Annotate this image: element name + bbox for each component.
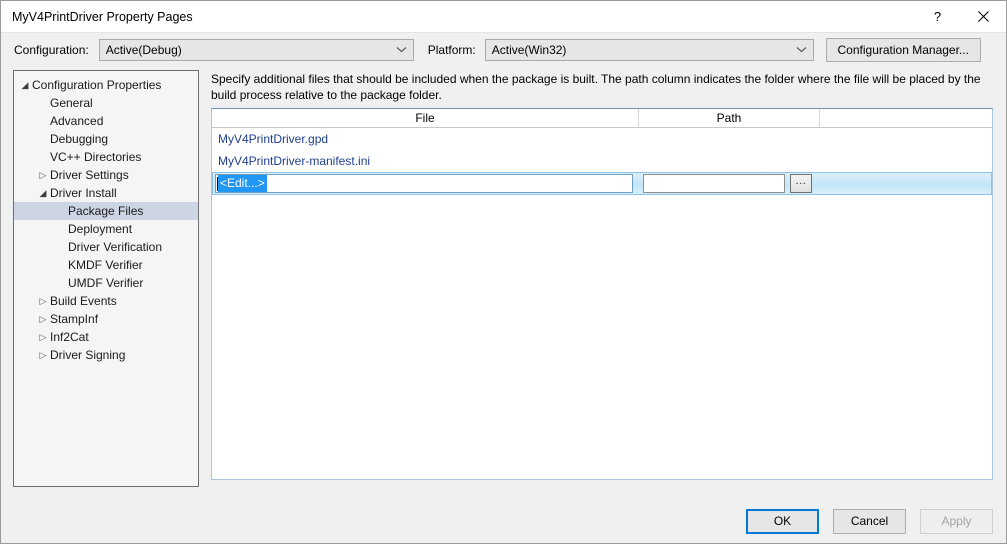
apply-button[interactable]: Apply [920, 508, 993, 534]
dialog-body: ◢ Configuration Properties General Advanced… [1, 66, 1006, 499]
tree-item-label: StampInf [50, 312, 99, 326]
tree-item-package-files[interactable]: Package Files [14, 202, 198, 220]
tree-item-label: Debugging [50, 132, 109, 146]
right-pane: Specify additional files that should be … [211, 70, 993, 499]
tree-item-configuration-properties[interactable]: ◢ Configuration Properties [14, 76, 198, 94]
close-icon [977, 11, 989, 22]
tree-item-label: Configuration Properties [32, 78, 162, 92]
tree-item-label: KMDF Verifier [68, 258, 143, 272]
tree-item-driver-install[interactable]: ◢ Driver Install [14, 184, 198, 202]
ellipsis-icon: ... [795, 175, 807, 187]
description-text: Specify additional files that should be … [211, 72, 981, 102]
expander-collapsed-icon: ▷ [39, 295, 47, 306]
expander-collapsed-icon: ▷ [39, 331, 47, 342]
configuration-bar: Configuration: Active(Debug) Platform: A… [1, 33, 1006, 66]
window-title: MyV4PrintDriver Property Pages [12, 9, 193, 24]
dialog-footer: OK Cancel Apply [1, 499, 1006, 543]
tree-item-label: Inf2Cat [50, 330, 89, 344]
configuration-manager-button[interactable]: Configuration Manager... [825, 37, 981, 62]
file-edit-input[interactable]: <Edit...> [215, 174, 633, 193]
tree-item-deployment[interactable]: Deployment [14, 220, 198, 238]
column-header-extra [820, 109, 992, 127]
expander-collapsed-icon: ▷ [39, 313, 47, 324]
expander-expanded-icon: ◢ [21, 79, 29, 90]
tree-item-driver-signing[interactable]: ▷ Driver Signing [14, 346, 198, 364]
help-button[interactable]: ? [915, 2, 960, 32]
cancel-button[interactable]: Cancel [833, 508, 906, 534]
tree-item-driver-settings[interactable]: ▷ Driver Settings [14, 166, 198, 184]
tree-item-vc-directories[interactable]: VC++ Directories [14, 148, 198, 166]
platform-dropdown[interactable]: Active(Win32) [484, 38, 814, 61]
column-header-file[interactable]: File [212, 109, 639, 127]
tree-item-label: Driver Verification [68, 240, 163, 254]
property-pages-window: MyV4PrintDriver Property Pages ? Configu… [0, 0, 1007, 544]
file-edit-value: <Edit...> [218, 175, 267, 192]
tree-item-debugging[interactable]: Debugging [14, 130, 198, 148]
grid-rows: MyV4PrintDriver.gpd MyV4PrintDriver-manif… [212, 128, 992, 172]
title-bar: MyV4PrintDriver Property Pages ? [1, 1, 1006, 33]
tree-item-label: Driver Settings [50, 168, 129, 182]
platform-label: Platform: [427, 42, 476, 57]
path-edit-input[interactable] [643, 174, 785, 193]
question-mark-icon: ? [933, 9, 942, 24]
tree-item-advanced[interactable]: Advanced [14, 112, 198, 130]
tree-item-label: Build Events [50, 294, 117, 308]
platform-value: Active(Win32) [491, 42, 567, 57]
tree-item-kmdf-verifier[interactable]: KMDF Verifier [14, 256, 198, 274]
package-files-grid[interactable]: File Path MyV4PrintDriver.gpd MyV4PrintDr… [211, 108, 993, 480]
ok-button[interactable]: OK [746, 508, 819, 534]
tree-item-label: Package Files [68, 204, 144, 218]
tree-item-umdf-verifier[interactable]: UMDF Verifier [14, 274, 198, 292]
close-button[interactable] [960, 2, 1006, 32]
properties-tree[interactable]: ◢ Configuration Properties General Advanced… [13, 70, 199, 487]
expander-collapsed-icon: ▷ [39, 349, 47, 360]
expander-expanded-icon: ◢ [39, 187, 47, 198]
configuration-label: Configuration: [14, 42, 89, 57]
chevron-down-icon [796, 40, 807, 60]
browse-button[interactable]: ... [790, 174, 812, 193]
tree-item-build-events[interactable]: ▷ Build Events [14, 292, 198, 310]
tree-item-label: UMDF Verifier [68, 276, 144, 290]
tree-item-label: Driver Signing [50, 348, 126, 362]
tree-item-general[interactable]: General [14, 94, 198, 112]
grid-header-row: File Path [212, 109, 992, 128]
tree-item-label: Driver Install [50, 186, 117, 200]
grid-edit-row[interactable]: <Edit...> ... [212, 172, 992, 195]
table-row[interactable]: MyV4PrintDriver.gpd [212, 128, 992, 150]
table-row[interactable]: MyV4PrintDriver-manifest.ini [212, 150, 992, 172]
chevron-down-icon [396, 40, 407, 60]
cell-file: MyV4PrintDriver-manifest.ini [218, 154, 371, 168]
tree-item-label: Deployment [68, 222, 133, 236]
expander-collapsed-icon: ▷ [39, 169, 47, 180]
tree-item-stampinf[interactable]: ▷ StampInf [14, 310, 198, 328]
configuration-dropdown[interactable]: Active(Debug) [98, 38, 414, 61]
tree-item-driver-verification[interactable]: Driver Verification [14, 238, 198, 256]
cell-file: MyV4PrintDriver.gpd [218, 132, 329, 146]
configuration-value: Active(Debug) [105, 42, 182, 57]
tree-item-inf2cat[interactable]: ▷ Inf2Cat [14, 328, 198, 346]
tree-item-label: General [50, 96, 93, 110]
tree-item-label: VC++ Directories [50, 150, 142, 164]
column-header-path[interactable]: Path [639, 109, 820, 127]
tree-item-label: Advanced [50, 114, 104, 128]
